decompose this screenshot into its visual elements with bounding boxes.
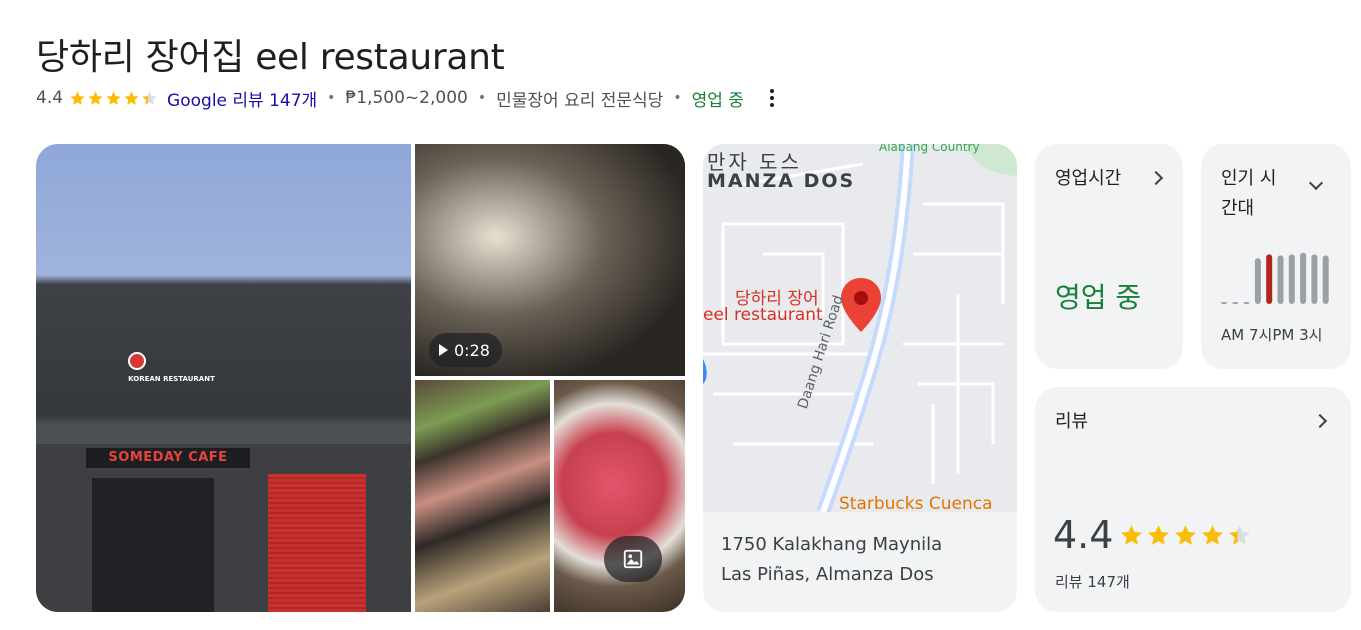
map-poi-label: Starbucks Cuenca (839, 494, 993, 514)
map-area-label: MANZA DOS (707, 170, 856, 192)
reviews-card-title: 리뷰 (1055, 411, 1089, 432)
popular-times-bar (1288, 254, 1295, 304)
video-duration: 0:28 (454, 340, 490, 360)
place-title: 당하리 장어집 eel restaurant (36, 37, 505, 78)
popular-times-bar (1311, 254, 1318, 304)
storefront-photo[interactable]: SOMEDAY CAFE KOREAN RESTAURANT (36, 144, 411, 612)
address-line-1: 1750 Kalakhang Maynila (721, 534, 943, 555)
star-icon (1202, 525, 1223, 545)
play-icon (439, 344, 448, 356)
rating-value: 4.4 (36, 88, 64, 108)
image-gallery-icon (623, 549, 643, 569)
reviews-card[interactable]: 리뷰 4.4 리뷰 147개 (1035, 387, 1351, 612)
star-icon (1121, 525, 1142, 545)
address-line-2: Las Piñas, Almanza Dos (721, 564, 934, 585)
star-icon (88, 90, 103, 105)
popular-times-bars (1221, 252, 1329, 304)
chevron-right-icon (1312, 413, 1328, 429)
star-icon (1229, 525, 1250, 545)
star-icon (1175, 525, 1196, 545)
reviews-count: 리뷰 147개 (1055, 573, 1130, 591)
restaurant-sign: KOREAN RESTAURANT (128, 375, 215, 383)
popular-times-bar (1243, 302, 1250, 304)
popular-times-card[interactable]: 인기 시 간대 AM 7시PM 3시 (1201, 144, 1351, 369)
storefront-shutter (268, 474, 366, 612)
star-icon (1148, 525, 1169, 545)
reviews-rating-stars (1119, 523, 1254, 548)
video-duration-badge[interactable]: 0:28 (429, 333, 502, 367)
popular-times-bar (1232, 302, 1239, 304)
map-country-club-label: Alabang Country (879, 144, 980, 154)
map-pin-icon[interactable] (841, 278, 881, 332)
reviews-rating-value: 4.4 (1053, 513, 1114, 557)
hours-open-status: 영업 중 (1055, 281, 1142, 314)
hours-card[interactable]: 영업시간 영업 중 (1035, 144, 1183, 369)
chevron-down-icon[interactable] (1308, 175, 1324, 191)
axis-label-start: AM 7시 (1221, 326, 1273, 344)
place-meta-row: 4.4 Google 리뷰 147개 • ₱1,500~2,000 • 민물장어… (36, 86, 782, 111)
popular-times-axis: AM 7시PM 3시 (1221, 324, 1322, 345)
address-block: 1750 Kalakhang Maynila Las Piñas, Almanz… (703, 512, 1017, 612)
popular-times-bar (1277, 255, 1284, 304)
view-all-photos-button[interactable] (604, 536, 662, 582)
more-options-icon[interactable] (762, 86, 782, 110)
popular-times-title: 인기 시 간대 (1221, 164, 1276, 224)
side-dishes-photo[interactable] (415, 380, 550, 612)
storefront-facade: SOMEDAY CAFE (36, 444, 411, 612)
hours-card-title: 영업시간 (1055, 168, 1122, 189)
google-reviews-link[interactable]: Google 리뷰 147개 (167, 86, 317, 111)
popular-times-bar (1266, 254, 1273, 304)
star-icon (142, 90, 157, 105)
chevron-right-icon (1148, 170, 1164, 186)
open-status: 영업 중 (691, 90, 744, 111)
map-pin-label-line2: eel restaurant (703, 305, 823, 325)
price-range: ₱1,500~2,000 (345, 88, 468, 108)
separator-dot: • (327, 90, 336, 106)
star-icon (124, 90, 139, 105)
popular-times-bar (1300, 252, 1307, 304)
storefront-door (92, 478, 214, 612)
popular-times-title-line2: 간대 (1221, 198, 1255, 219)
popular-times-title-line1: 인기 시 (1221, 168, 1277, 189)
map-canvas[interactable]: 만자 도스 MANZA DOS Alabang Country 당하리 장어 e… (703, 144, 1017, 515)
photo-gallery: SOMEDAY CAFE KOREAN RESTAURANT 0:28 (36, 144, 685, 612)
star-icon (106, 90, 121, 105)
map-card[interactable]: 만자 도스 MANZA DOS Alabang Country 당하리 장어 e… (703, 144, 1017, 612)
rating-stars (69, 90, 159, 107)
popular-times-bar (1221, 302, 1227, 304)
storefront-sign: SOMEDAY CAFE (86, 448, 250, 468)
star-icon (70, 90, 85, 105)
axis-label-end: PM 3시 (1272, 326, 1323, 344)
place-category: 민물장어 요리 전문식당 (496, 90, 664, 111)
separator-dot: • (673, 90, 682, 106)
popular-times-bar (1322, 255, 1329, 304)
popular-times-bar (1254, 258, 1261, 304)
separator-dot: • (477, 90, 487, 106)
